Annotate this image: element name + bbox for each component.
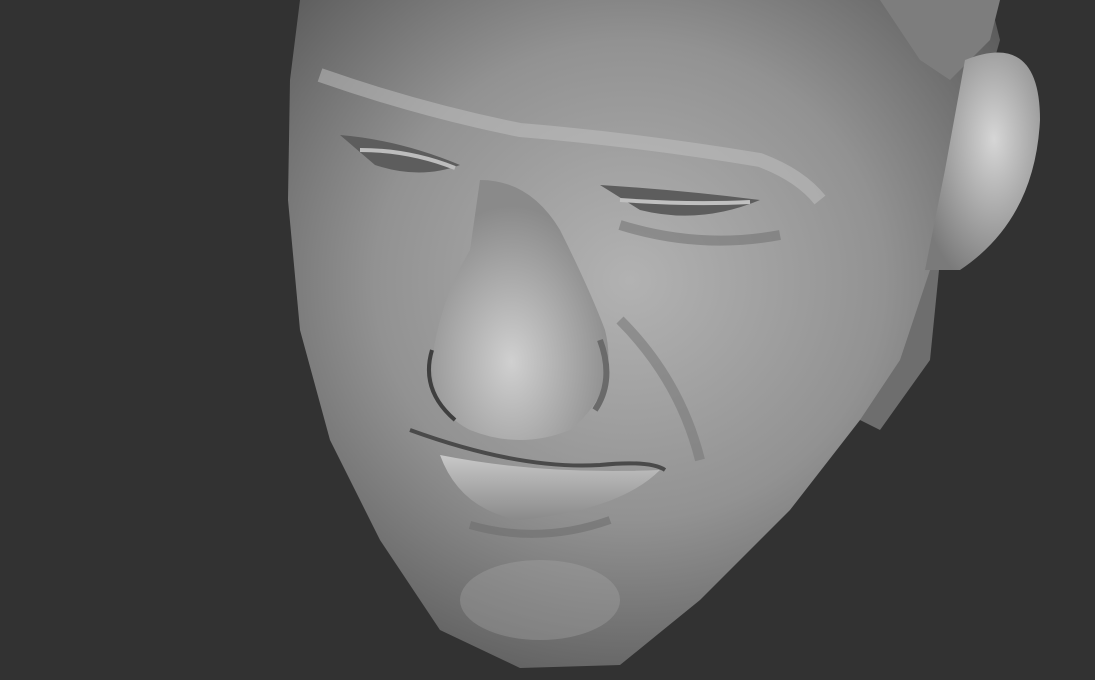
head-sculpt-render <box>0 0 1095 680</box>
chin-highlight <box>460 560 620 640</box>
sculpt-viewport[interactable] <box>0 0 1095 680</box>
